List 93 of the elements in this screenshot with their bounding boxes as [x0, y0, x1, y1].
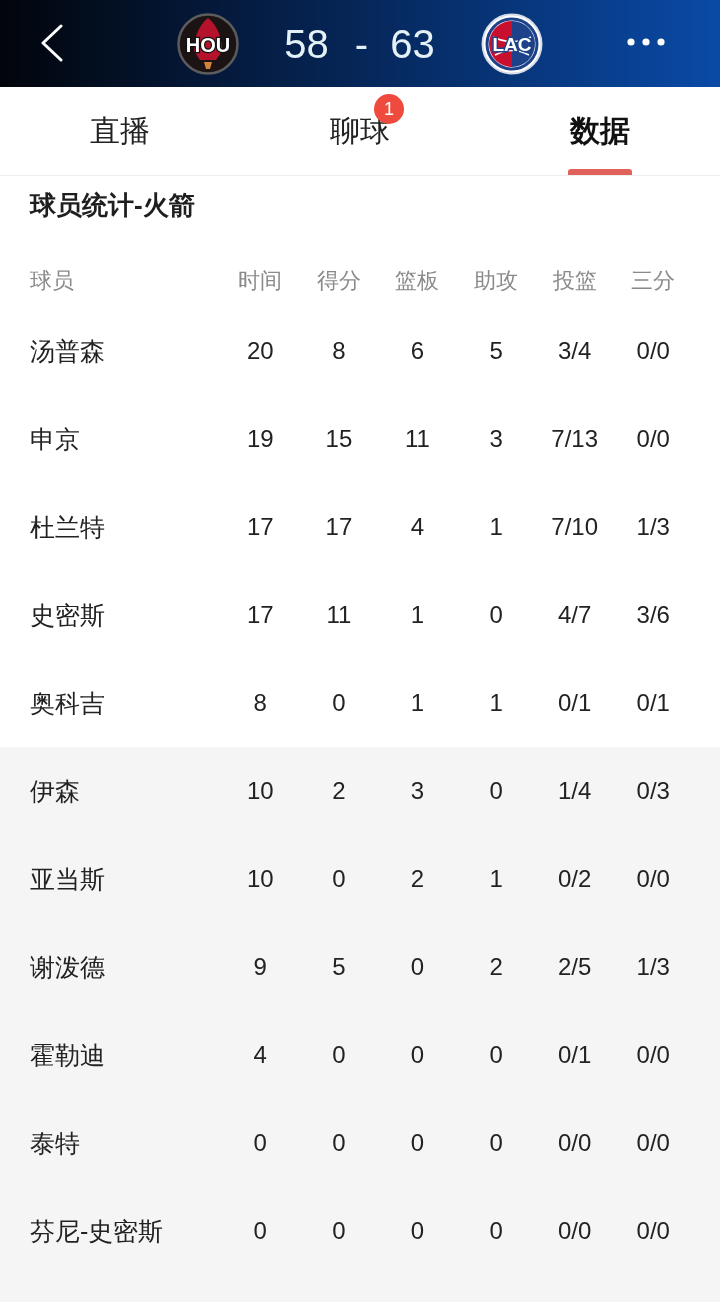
stat-cell-text: 1/4 [557, 777, 593, 805]
player-name: 汤普森 [29, 335, 106, 367]
column-header: 助攻 [473, 267, 520, 295]
stat-cell-text: 1 [488, 689, 504, 717]
stat-cell-text: 4 [409, 513, 426, 541]
stat-cell-text: 2 [409, 865, 426, 893]
stat-cell-text: 0 [488, 777, 504, 805]
team-logo: LAC [480, 12, 543, 75]
tab[interactable]: 数据 [480, 87, 720, 175]
column-header: 得分 [315, 267, 362, 295]
stat-cell-text: 4 [252, 1041, 268, 1069]
stat-cell-text: 1/3 [635, 513, 671, 541]
stat-cell-text: 8 [252, 689, 268, 717]
player-name: 申京 [29, 423, 81, 455]
section-title: 球员统计-火箭 [28, 188, 196, 222]
stat-cell-text: 0/0 [635, 337, 671, 365]
stat-cell-text: 0 [252, 1129, 268, 1157]
stat-cell-text: 0/1 [557, 1041, 593, 1069]
away-score: 63 [390, 23, 435, 64]
stat-cell-text: 10 [245, 777, 275, 805]
stat-cell-text: 0 [409, 1041, 426, 1069]
stat-cell-text: 20 [245, 337, 275, 365]
player-name: 谢泼德 [29, 951, 106, 983]
player-name: 杜兰特 [29, 511, 106, 543]
stat-cell-text: 15 [324, 425, 354, 453]
home-score: 58 [284, 23, 329, 64]
stat-cell-text: 17 [245, 513, 275, 541]
stat-cell-text: 3 [488, 425, 504, 453]
stat-cell-text: 1 [488, 513, 504, 541]
stat-cell-text: 3/4 [557, 337, 593, 365]
player-name: 亚当斯 [29, 863, 106, 895]
stat-cell-text: 2 [488, 953, 504, 981]
stat-cell-text: 0/0 [557, 1129, 593, 1157]
stat-cell-text: 0 [331, 1041, 347, 1069]
stat-cell-text: 11 [325, 601, 353, 629]
stat-cell-text: 0 [331, 1129, 347, 1157]
stat-cell-text: 10 [245, 865, 275, 893]
player-name: 霍勒迪 [29, 1039, 106, 1071]
stat-cell-text: 1 [409, 689, 426, 717]
stat-cell-text: 4/7 [557, 601, 593, 629]
stat-cell-text: 0/1 [557, 689, 593, 717]
stat-cell-text: 9 [252, 953, 268, 981]
player-name: 史密斯 [29, 599, 106, 631]
stat-cell-text: 3/6 [635, 601, 671, 629]
player-name: 泰特 [29, 1127, 81, 1159]
column-header: 篮板 [394, 267, 441, 295]
stat-cell-text: 5 [331, 953, 347, 981]
stat-cell-text: 1 [488, 865, 504, 893]
score-separator: - [354, 23, 369, 64]
stat-cell-text: 1/3 [635, 953, 671, 981]
column-header: 时间 [237, 267, 284, 295]
stat-cell-text: 6 [409, 337, 426, 365]
stat-cell-text: 0 [488, 1217, 504, 1245]
stat-cell-text: 17 [324, 513, 354, 541]
stat-cell-text: 11 [404, 425, 431, 453]
column-header: 三分 [630, 267, 677, 295]
stat-cell-text: 1 [409, 601, 426, 629]
more-icon[interactable] [626, 37, 666, 47]
stat-cell-text: 0 [409, 953, 426, 981]
stat-cell-text: 19 [245, 425, 275, 453]
player-name: 奥科吉 [29, 687, 106, 719]
stat-cell-text: 2/5 [557, 953, 593, 981]
stat-cell-text: 0 [409, 1217, 426, 1245]
stat-cell-text: 0 [252, 1217, 268, 1245]
stat-cell-text: 0 [331, 1217, 347, 1245]
stat-cell-text: 0 [488, 1129, 504, 1157]
stat-cell-text: 17 [245, 601, 275, 629]
stat-cell-text: 0/1 [635, 689, 671, 717]
stat-cell-text: 0/0 [557, 1217, 593, 1245]
tab[interactable]: 直播 [0, 87, 240, 175]
stat-cell-text: 0 [331, 865, 347, 893]
stat-cell-text: 0/0 [635, 425, 671, 453]
column-header: 球员 [29, 267, 75, 295]
stat-cell-text: 0/2 [557, 865, 593, 893]
stat-cell-text: 0 [331, 689, 347, 717]
stat-cell-text: 7/10 [550, 513, 600, 541]
stat-cell-text: 5 [488, 337, 504, 365]
stat-cell-text: 8 [331, 337, 347, 365]
back-icon[interactable] [40, 24, 64, 62]
stat-cell-text: 2 [331, 777, 347, 805]
stat-cell-text: 0/0 [635, 1217, 671, 1245]
stat-cell-text: 0 [409, 1129, 426, 1157]
stat-cell-text: 0/0 [635, 865, 671, 893]
stat-cell-text: 0 [488, 601, 504, 629]
stat-cell-text: 0/0 [635, 1041, 671, 1069]
stat-cell-text: 0/3 [635, 777, 671, 805]
player-name: 芬尼-史密斯 [29, 1215, 165, 1247]
stat-cell-text: 7/13 [550, 425, 600, 453]
stat-cell-text: 0/0 [635, 1129, 671, 1157]
stat-cell-text: 3 [409, 777, 426, 805]
player-name: 伊森 [29, 775, 81, 807]
stat-cell-text: 0 [488, 1041, 504, 1069]
column-header: 投篮 [551, 267, 598, 295]
